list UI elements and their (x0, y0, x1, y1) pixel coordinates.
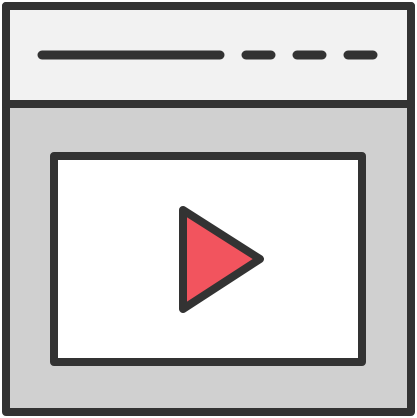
video-player-window-svg (2, 2, 415, 416)
video-player-window-icon (0, 0, 417, 418)
